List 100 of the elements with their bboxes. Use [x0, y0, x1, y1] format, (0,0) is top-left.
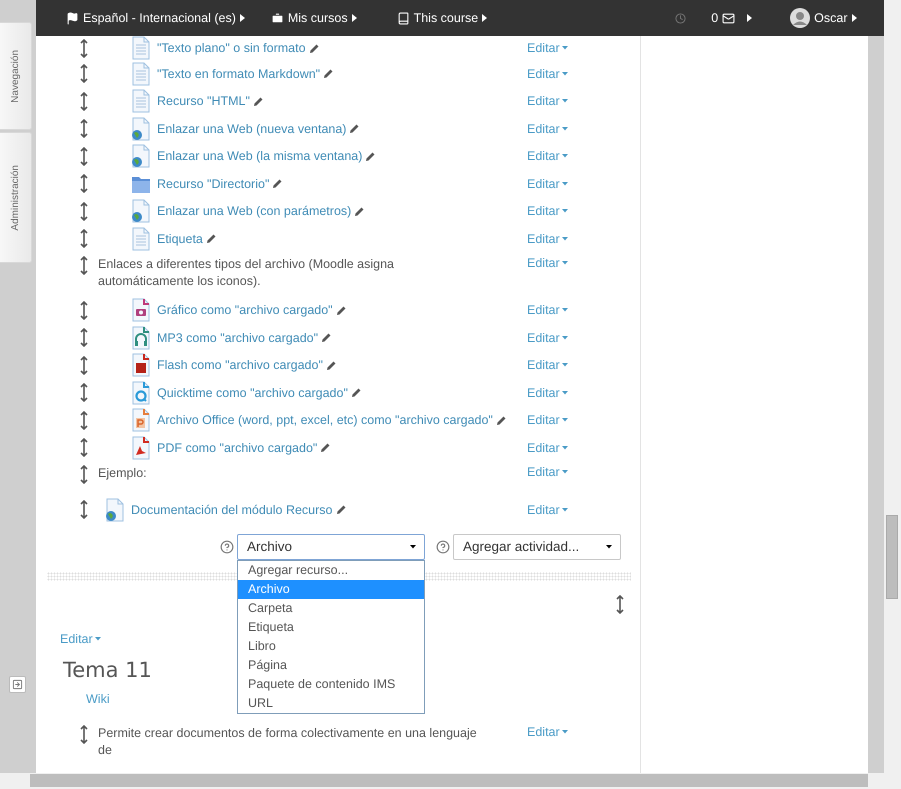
edit-menu-link[interactable]: Editar	[527, 176, 568, 191]
messages-menu[interactable]: 0	[711, 11, 736, 25]
move-icon[interactable]	[80, 256, 88, 274]
caret-icon	[240, 14, 245, 22]
pencil-icon[interactable]	[326, 360, 337, 371]
clock-icon[interactable]	[675, 12, 686, 24]
page-icon	[131, 226, 151, 251]
move-icon[interactable]	[80, 438, 88, 458]
dropdown-option[interactable]: Carpeta	[238, 598, 424, 618]
pencil-icon[interactable]	[206, 233, 217, 244]
edit-menu-link[interactable]: Editar	[527, 440, 568, 455]
resource-link[interactable]: Enlazar una Web (nueva ventana)	[157, 122, 346, 136]
edit-menu-link[interactable]: Editar	[527, 256, 568, 270]
flash-file-icon	[131, 353, 151, 378]
help-icon[interactable]	[220, 540, 234, 554]
pencil-icon[interactable]	[496, 414, 507, 426]
edit-menu-link[interactable]: Editar	[527, 94, 568, 108]
resource-link[interactable]: Recurso "HTML"	[157, 94, 250, 108]
move-icon[interactable]	[80, 229, 88, 248]
edit-menu-link[interactable]: Editar	[60, 632, 101, 646]
edit-menu-link[interactable]: Editar	[527, 724, 568, 738]
move-icon[interactable]	[80, 464, 88, 484]
pencil-icon[interactable]	[320, 442, 332, 454]
move-icon[interactable]	[80, 328, 88, 348]
resource-link[interactable]: Flash como "archivo cargado"	[157, 358, 323, 372]
edit-menu-link[interactable]: Editar	[527, 358, 568, 372]
resource-link[interactable]: Enlazar una Web (la misma ventana)	[157, 149, 362, 164]
pencil-icon[interactable]	[365, 150, 376, 162]
pencil-icon[interactable]	[350, 387, 362, 398]
page-icon	[131, 89, 151, 114]
edit-menu-link[interactable]: Editar	[527, 41, 568, 55]
my-courses-menu[interactable]: Mis cursos	[270, 11, 357, 25]
move-icon[interactable]	[80, 64, 88, 84]
horizontal-scrollbar[interactable]	[0, 773, 901, 789]
section-text: Enlaces a diferentes tipos del archivo (Moodle asigna automáticamente los iconos).	[98, 256, 396, 290]
edit-menu-link[interactable]: Editar	[527, 413, 568, 428]
activity-select[interactable]: Agregar actividad...	[453, 534, 621, 560]
pencil-icon[interactable]	[336, 304, 347, 316]
move-icon[interactable]	[80, 300, 88, 320]
edit-menu-link[interactable]: Editar	[527, 502, 568, 516]
caret-icon	[852, 14, 856, 22]
edit-menu-link[interactable]: Editar	[527, 232, 568, 246]
resource-link[interactable]: MP3 como "archivo cargado"	[157, 330, 318, 345]
side-tab[interactable]: Administración	[0, 132, 32, 263]
resource-select[interactable]: Archivo	[237, 534, 425, 560]
resource-link[interactable]: Enlazar una Web (con parámetros)	[157, 204, 352, 218]
move-icon[interactable]	[80, 38, 88, 58]
pencil-icon[interactable]	[252, 96, 264, 107]
edit-menu-link[interactable]: Editar	[527, 149, 568, 164]
resource-link[interactable]: PDF como "archivo cargado"	[157, 440, 318, 455]
briefcase-icon	[270, 12, 284, 24]
resource-link[interactable]: "Texto en formato Markdown"	[157, 66, 320, 81]
vertical-scrollbar[interactable]	[884, 0, 901, 773]
caret-icon	[562, 308, 568, 312]
edit-menu-link[interactable]: Editar	[527, 386, 568, 400]
move-icon[interactable]	[80, 92, 88, 111]
move-icon[interactable]	[80, 174, 88, 194]
language-menu[interactable]: Español - Internacional (es)	[66, 11, 245, 25]
move-icon[interactable]	[80, 146, 88, 166]
dropdown-option[interactable]: Archivo	[238, 580, 424, 598]
pencil-icon[interactable]	[323, 68, 334, 80]
resource-link[interactable]: Documentación del módulo Recurso	[131, 502, 332, 516]
caret-icon	[562, 154, 568, 158]
edit-menu-link[interactable]: Editar	[527, 122, 568, 136]
move-icon[interactable]	[80, 724, 88, 744]
dock-icon[interactable]	[9, 676, 26, 693]
wiki-link[interactable]: Wiki	[86, 692, 110, 706]
side-tab[interactable]: Navegación	[0, 22, 32, 130]
caret-icon	[94, 636, 101, 640]
move-icon[interactable]	[80, 500, 88, 519]
move-icon[interactable]	[80, 119, 88, 138]
pencil-icon[interactable]	[354, 206, 366, 217]
this-course-menu[interactable]: This course	[396, 11, 488, 25]
user-menu[interactable]: Oscar	[790, 8, 856, 28]
pencil-icon[interactable]	[308, 42, 320, 54]
resource-link[interactable]: Archivo Office (word, ppt, excel, etc) como "archivo cargado"	[157, 413, 493, 428]
edit-menu-link[interactable]: Editar	[527, 303, 568, 318]
move-icon[interactable]	[80, 202, 88, 221]
edit-menu-link[interactable]: Editar	[527, 66, 568, 81]
edit-menu-link[interactable]: Editar	[527, 204, 568, 218]
pencil-icon[interactable]	[336, 504, 346, 515]
pencil-icon[interactable]	[272, 178, 284, 190]
resource-link[interactable]: Gráfico como "archivo cargado"	[157, 303, 333, 318]
resource-link[interactable]: Quicktime como "archivo cargado"	[157, 386, 348, 400]
help-icon[interactable]	[436, 540, 450, 554]
caret-icon	[562, 508, 568, 512]
resource-link[interactable]: Recurso "Directorio"	[157, 176, 270, 191]
resource-link[interactable]: Etiqueta	[157, 232, 203, 246]
move-icon[interactable]	[616, 594, 624, 614]
resource-link[interactable]: "Texto plano" o sin formato	[157, 41, 306, 55]
caret-icon	[747, 14, 752, 22]
move-icon[interactable]	[80, 383, 88, 402]
move-icon[interactable]	[80, 410, 88, 430]
pencil-icon[interactable]	[349, 123, 360, 134]
web-page-icon	[131, 116, 151, 141]
edit-menu-link[interactable]: Editar	[527, 330, 568, 345]
move-icon[interactable]	[80, 356, 88, 375]
caret-icon	[562, 182, 568, 186]
pencil-icon[interactable]	[321, 332, 332, 344]
edit-menu-link[interactable]: Editar	[527, 464, 568, 478]
